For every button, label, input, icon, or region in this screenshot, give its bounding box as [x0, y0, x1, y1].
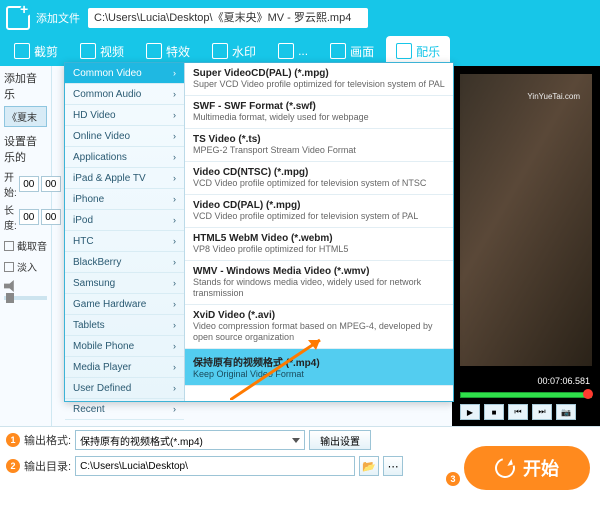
category-item[interactable]: Media Player› [65, 357, 184, 378]
output-settings-button[interactable]: 输出设置 [309, 430, 371, 450]
preview-controls: ▶ ■ ⏮ ⏭ 📷 [460, 404, 592, 420]
format-item[interactable]: HTML5 WebM Video (*.webm)VP8 Video profi… [185, 228, 453, 261]
badge-3: 3 [446, 472, 460, 486]
filepath-display: C:\Users\Lucia\Desktop\《夏末央》MV - 罗云熙.mp4 [88, 8, 368, 28]
chevron-right-icon: › [173, 126, 176, 147]
left-panel: 添加音乐 《夏末 设置音乐的 开始: 长度: 截取音 淡入 [0, 66, 52, 426]
format-item[interactable]: Super VideoCD(PAL) (*.mpg)Super VCD Vide… [185, 63, 453, 96]
category-item[interactable]: iPad & Apple TV› [65, 168, 184, 189]
tab-icon [80, 43, 96, 59]
output-dir-label: 输出目录: [24, 458, 71, 474]
format-list: Super VideoCD(PAL) (*.mpg)Super VCD Vide… [185, 63, 453, 401]
category-item[interactable]: User Defined› [65, 378, 184, 399]
format-item[interactable]: WMV - Windows Media Video (*.wmv)Stands … [185, 261, 453, 305]
title-bar: 添加文件 C:\Users\Lucia\Desktop\《夏末央》MV - 罗云… [0, 0, 600, 36]
chevron-right-icon: › [173, 357, 176, 378]
tab-0[interactable]: 截剪 [4, 36, 68, 66]
category-item[interactable]: Samsung› [65, 273, 184, 294]
chevron-right-icon: › [173, 378, 176, 399]
music-file-item[interactable]: 《夏末 [4, 106, 47, 127]
video-preview: YinYueTai.com 00:07:06.581 ▶ ■ ⏮ ⏭ 📷 [452, 66, 600, 426]
chevron-right-icon: › [173, 147, 176, 168]
preview-frame: YinYueTai.com [460, 74, 592, 366]
tab-icon [212, 43, 228, 59]
chevron-right-icon: › [173, 84, 176, 105]
chevron-right-icon: › [173, 189, 176, 210]
extract-audio-check[interactable]: 截取音 [4, 238, 47, 253]
volume-icon [4, 280, 18, 292]
snapshot-button[interactable]: 📷 [556, 404, 576, 420]
progress-bar[interactable] [460, 392, 592, 398]
add-file-label[interactable]: 添加文件 [36, 10, 80, 26]
chevron-right-icon: › [173, 399, 176, 420]
chevron-right-icon: › [173, 210, 176, 231]
format-item[interactable]: XviD Video (*.avi)Video compression form… [185, 305, 453, 349]
format-item[interactable]: SWF - SWF Format (*.swf)Multimedia forma… [185, 96, 453, 129]
length-row: 长度: [4, 202, 47, 232]
category-item[interactable]: HTC› [65, 231, 184, 252]
category-item[interactable]: Applications› [65, 147, 184, 168]
category-item[interactable]: HD Video› [65, 105, 184, 126]
badge-2: 2 [6, 459, 20, 473]
format-item[interactable]: TS Video (*.ts)MPEG-2 Transport Stream V… [185, 129, 453, 162]
start-time-row: 开始: [4, 169, 47, 199]
category-list: Common Video›Common Audio›HD Video›Onlin… [65, 63, 185, 401]
category-item[interactable]: Mobile Phone› [65, 336, 184, 357]
chevron-right-icon: › [173, 336, 176, 357]
output-format-label: 输出格式: [24, 432, 71, 448]
watermark-text: YinYueTai.com [527, 92, 580, 101]
tab-icon [278, 43, 294, 59]
browse-button[interactable]: ⋯ [383, 456, 403, 476]
format-item[interactable]: Video CD(NTSC) (*.mpg)VCD Video profile … [185, 162, 453, 195]
chevron-right-icon: › [173, 294, 176, 315]
tab-icon [14, 43, 30, 59]
add-file-icon[interactable] [6, 6, 30, 30]
tab-icon [330, 43, 346, 59]
chevron-right-icon: › [173, 231, 176, 252]
category-item[interactable]: iPod› [65, 210, 184, 231]
chevron-right-icon: › [173, 168, 176, 189]
category-item[interactable]: Online Video› [65, 126, 184, 147]
format-item[interactable]: 保持原有的视频格式 (*.mp4)Keep Original Video For… [185, 349, 453, 386]
length-hh[interactable] [19, 209, 39, 225]
length-mm[interactable] [41, 209, 61, 225]
open-folder-button[interactable]: 📂 [359, 456, 379, 476]
format-dropdown: Common Video›Common Audio›HD Video›Onlin… [64, 62, 454, 402]
chevron-right-icon: › [173, 63, 176, 84]
category-item[interactable]: Tablets› [65, 315, 184, 336]
category-item[interactable]: Recent› [65, 399, 184, 420]
chevron-right-icon: › [173, 315, 176, 336]
fade-in-check[interactable]: 淡入 [4, 259, 47, 274]
music-settings-label: 设置音乐的 [4, 133, 47, 165]
bottom-bar: 1 输出格式: 保持原有的视频格式(*.mp4) 输出设置 2 输出目录: C:… [0, 426, 600, 508]
category-item[interactable]: Common Video› [65, 63, 184, 84]
chevron-right-icon: › [173, 105, 176, 126]
add-music-label: 添加音乐 [4, 70, 47, 102]
play-button[interactable]: ▶ [460, 404, 480, 420]
category-item[interactable]: iPhone› [65, 189, 184, 210]
tab-icon [146, 43, 162, 59]
output-dir-input[interactable]: C:\Users\Lucia\Desktop\ [75, 456, 355, 476]
length-label: 长度: [4, 202, 17, 232]
category-item[interactable]: Game Hardware› [65, 294, 184, 315]
category-item[interactable]: BlackBerry› [65, 252, 184, 273]
tab-icon [396, 43, 412, 59]
timestamp: 00:07:06.581 [537, 376, 590, 386]
prev-button[interactable]: ⏮ [508, 404, 528, 420]
chevron-right-icon: › [173, 252, 176, 273]
next-button[interactable]: ⏭ [532, 404, 552, 420]
category-item[interactable]: Common Audio› [65, 84, 184, 105]
start-mm[interactable] [41, 176, 61, 192]
start-button[interactable]: 开始 [464, 446, 590, 490]
badge-1: 1 [6, 433, 20, 447]
chevron-right-icon: › [173, 273, 176, 294]
refresh-icon [491, 454, 518, 481]
stop-button[interactable]: ■ [484, 404, 504, 420]
chevron-down-icon [292, 438, 300, 443]
format-item[interactable]: Video CD(PAL) (*.mpg)VCD Video profile o… [185, 195, 453, 228]
start-label: 开始: [4, 169, 17, 199]
output-format-select[interactable]: 保持原有的视频格式(*.mp4) [75, 430, 305, 450]
start-hh[interactable] [19, 176, 39, 192]
volume-slider[interactable] [4, 296, 47, 300]
